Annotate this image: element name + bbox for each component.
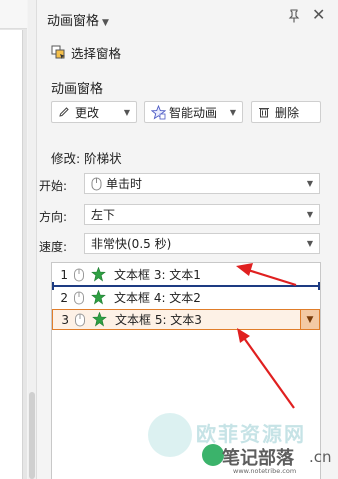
document-page[interactable] (0, 30, 23, 479)
watermark-suffix: .cn (309, 448, 332, 466)
smart-animation-button[interactable]: 智能动画 ▼ (144, 101, 243, 123)
animation-name: 文本框 3: 文本1 (114, 268, 201, 282)
effect-star-icon (91, 290, 106, 305)
effect-star-icon (92, 312, 107, 327)
direction-value: 左下 (91, 208, 116, 222)
animation-number: 1 (60, 267, 68, 282)
pin-icon[interactable] (287, 9, 301, 23)
direction-select[interactable]: 左下 ▼ (84, 204, 320, 225)
chevron-down-icon: ▼ (306, 179, 313, 188)
scrollbar-thumb[interactable] (29, 392, 35, 479)
delete-label: 删除 (275, 105, 300, 120)
chevron-down-icon: ▼ (306, 210, 313, 219)
animation-name: 文本框 5: 文本3 (115, 313, 202, 327)
trash-icon (259, 108, 269, 118)
animation-pane: 动画窗格 ▼ ✕ 选择窗格 动画窗格 更改 ▼ 智能动画 ▼ 删除 修改: 阶梯… (37, 0, 338, 479)
mouse-icon (74, 268, 84, 281)
section-title: 动画窗格 (51, 82, 104, 97)
smart-animation-label: 智能动画 (169, 105, 218, 120)
speed-label: 速度: (39, 240, 68, 254)
animation-item[interactable]: 2 文本框 4: 文本2 (52, 287, 320, 308)
mouse-icon (75, 313, 85, 326)
pencil-icon (59, 107, 69, 117)
pane-title: 动画窗格 (47, 14, 100, 29)
speed-value: 非常快(0.5 秒) (91, 237, 172, 251)
mouse-icon (91, 177, 102, 190)
change-label: 更改 (75, 105, 100, 120)
start-select[interactable]: 单击时 ▼ (84, 173, 320, 194)
select-pane-button[interactable]: 选择窗格 (51, 43, 121, 61)
delete-button[interactable]: 删除 (251, 101, 321, 123)
direction-label: 方向: (39, 210, 68, 224)
change-button[interactable]: 更改 ▼ (51, 101, 137, 123)
animation-number: 3 (61, 312, 69, 327)
modify-label: 修改: 阶梯状 (51, 151, 122, 166)
chevron-down-icon: ▼ (306, 239, 313, 248)
watermark-pen-icon (202, 444, 224, 466)
start-label: 开始: (39, 179, 68, 193)
chevron-down-icon: ▼ (123, 107, 130, 117)
watermark-url: www.notetribe.com (233, 467, 297, 475)
effect-star-icon (91, 267, 106, 282)
close-icon[interactable]: ✕ (312, 7, 325, 23)
smart-animation-icon (151, 104, 166, 120)
watermark-text: 欧菲资源网 (196, 422, 306, 446)
select-pane-icon (51, 45, 65, 59)
pane-title-menu[interactable]: 动画窗格 ▼ (47, 10, 109, 29)
item-menu-button[interactable]: ▼ (300, 310, 319, 329)
document-tab-strip (0, 0, 27, 29)
document-area (0, 0, 27, 479)
chevron-down-icon: ▼ (102, 18, 109, 28)
mouse-icon (74, 291, 84, 304)
speed-select[interactable]: 非常快(0.5 秒) ▼ (84, 233, 320, 254)
animation-name: 文本框 4: 文本2 (114, 291, 201, 305)
watermark-logo (148, 413, 192, 457)
start-value: 单击时 (106, 177, 143, 191)
animation-item-selected[interactable]: 3 文本框 5: 文本3 ▼ (52, 309, 320, 330)
animation-item[interactable]: 1 文本框 3: 文本1 (52, 264, 320, 285)
select-pane-label: 选择窗格 (71, 45, 122, 61)
chevron-down-icon: ▼ (229, 107, 236, 117)
animation-number: 2 (60, 290, 68, 305)
